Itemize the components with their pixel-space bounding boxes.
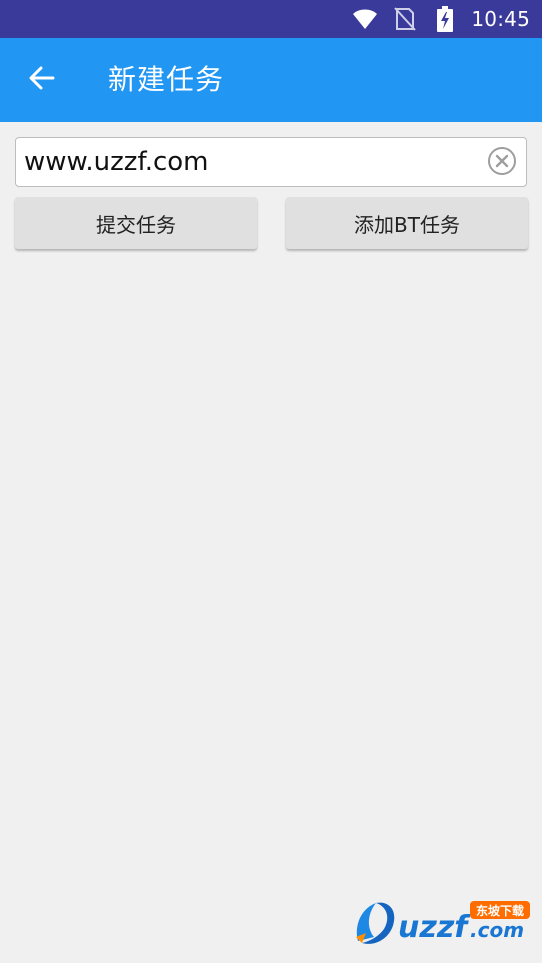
status-icons: 10:45 <box>351 0 530 38</box>
no-sim-icon <box>391 0 419 38</box>
status-time: 10:45 <box>471 7 530 31</box>
url-field <box>15 137 527 187</box>
clear-button[interactable] <box>486 147 518 179</box>
uzzf-watermark-logo: uzzf .com 东坡下载 <box>352 897 534 949</box>
add-bt-task-button[interactable]: 添加BT任务 <box>286 197 528 249</box>
arrow-left-icon <box>28 64 56 96</box>
wifi-icon <box>351 0 379 38</box>
back-button[interactable] <box>18 56 66 104</box>
svg-text:uzzf: uzzf <box>398 910 471 945</box>
url-input[interactable] <box>24 138 484 186</box>
screen: 10:45 新建任务 提交任务 <box>0 0 542 963</box>
status-bar: 10:45 <box>0 0 542 38</box>
svg-text:东坡下载: 东坡下载 <box>476 903 524 918</box>
app-bar: 新建任务 <box>0 38 542 122</box>
svg-text:.com: .com <box>470 918 524 942</box>
submit-task-button[interactable]: 提交任务 <box>15 197 257 249</box>
battery-charging-icon <box>431 0 459 38</box>
clear-circle-icon <box>487 146 517 180</box>
page-title: 新建任务 <box>108 63 225 96</box>
